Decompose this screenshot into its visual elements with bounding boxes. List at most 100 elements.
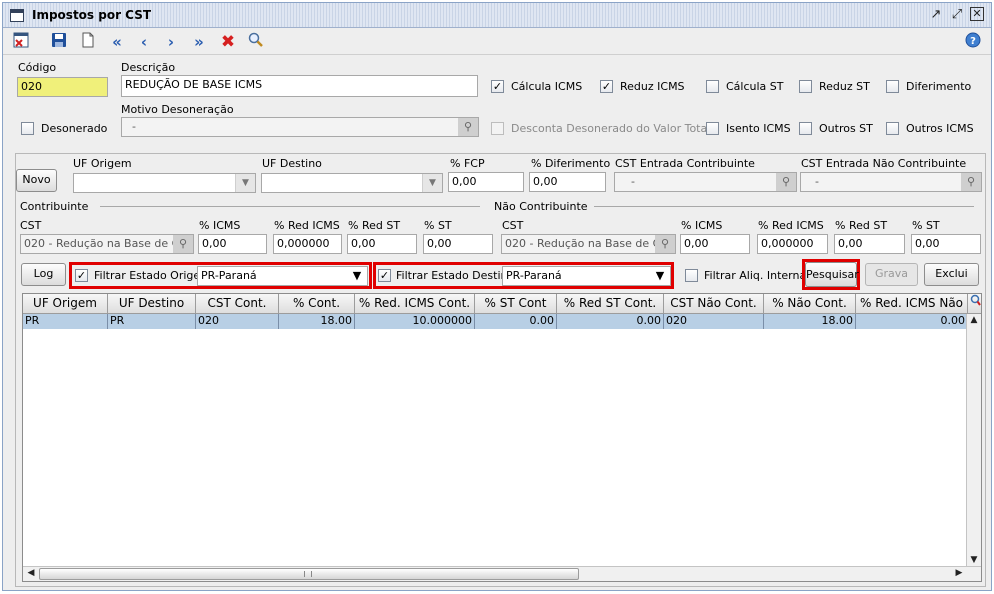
cst-entrada-contrib-field[interactable]: - ⚲ (614, 172, 797, 192)
last-icon[interactable]: » (189, 32, 209, 52)
reduz-st-checkbox[interactable] (799, 80, 812, 93)
uf-destino-combo[interactable]: ▼ (261, 173, 443, 193)
table-cell[interactable]: 0.00 (557, 314, 664, 329)
help-icon[interactable]: ? (963, 32, 983, 52)
nao-contrib-red-icms-field[interactable]: 0,000000 (757, 234, 828, 254)
scroll-up-icon[interactable]: ▲ (967, 315, 981, 325)
table-cell[interactable]: 020 (664, 314, 764, 329)
desonerado-checkbox[interactable] (21, 122, 34, 135)
new-doc-icon[interactable] (78, 32, 98, 52)
novo-button[interactable]: Novo (16, 169, 57, 192)
motivo-field[interactable]: - ⚲ (121, 117, 479, 137)
contrib-st-field[interactable]: 0,00 (423, 234, 493, 254)
contribuinte-label: Contribuinte (20, 200, 89, 213)
exclui-button[interactable]: Exclui (924, 263, 979, 286)
desonerado-label: Desonerado (41, 122, 108, 135)
column-header[interactable]: % Red ST Cont. (557, 294, 664, 314)
column-header[interactable]: UF Origem (23, 294, 108, 314)
nao-contrib-cst-lookup-icon[interactable]: ⚲ (655, 235, 675, 253)
filtrar-destino-checkbox[interactable]: ✓ (378, 269, 391, 282)
contrib-cst-lookup-icon[interactable]: ⚲ (173, 235, 193, 253)
origem-combo[interactable]: PR-Paraná ▼ (197, 266, 368, 286)
descricao-field[interactable]: REDUÇÃO DE BASE ICMS (121, 75, 478, 97)
column-header[interactable]: % Não Cont. (764, 294, 856, 314)
cst-entrada-nao-contrib-lookup-icon[interactable]: ⚲ (961, 173, 981, 191)
column-header[interactable]: % Red. ICMS Não C (856, 294, 968, 314)
cst-entrada-contrib-lookup-icon[interactable]: ⚲ (776, 173, 796, 191)
horizontal-scrollbar[interactable]: ◀ ▶ (23, 566, 981, 581)
column-header[interactable]: % Cont. (279, 294, 355, 314)
nao-contrib-st-field[interactable]: 0,00 (911, 234, 981, 254)
reduz-icms-checkbox[interactable]: ✓ (600, 80, 613, 93)
column-header[interactable]: UF Destino (108, 294, 196, 314)
scroll-right-icon[interactable]: ▶ (952, 568, 966, 578)
uf-origem-combo[interactable]: ▼ (73, 173, 256, 193)
chevron-down-icon[interactable]: ▼ (347, 267, 367, 285)
fcp-field[interactable]: 0,00 (448, 172, 524, 192)
desconta-label: Desconta Desonerado do Valor Total (511, 122, 711, 135)
first-icon[interactable]: « (107, 32, 127, 52)
isento-icms-label: Isento ICMS (726, 122, 791, 135)
contrib-red-st-field[interactable]: 0,00 (347, 234, 417, 254)
nao-contrib-red-st-field[interactable]: 0,00 (834, 234, 905, 254)
motivo-label: Motivo Desoneração (121, 103, 234, 116)
vertical-scrollbar[interactable]: ▲ ▼ (966, 314, 981, 566)
calcula-icms-checkbox[interactable]: ✓ (491, 80, 504, 93)
cst-entrada-contrib-value: - (631, 175, 635, 188)
scroll-thumb[interactable] (39, 568, 579, 580)
log-button[interactable]: Log (21, 263, 66, 286)
table-cell[interactable]: PR (23, 314, 108, 329)
column-header[interactable]: % ST Cont (475, 294, 557, 314)
codigo-label: Código (18, 61, 57, 74)
outros-st-checkbox[interactable] (799, 122, 812, 135)
contrib-red-icms-field[interactable]: 0,000000 (273, 234, 342, 254)
diferimento-pct-field[interactable]: 0,00 (529, 172, 606, 192)
contrib-icms-field[interactable]: 0,00 (198, 234, 267, 254)
maximize-icon[interactable]: ⤢ (949, 7, 965, 23)
origem-combo-value: PR-Paraná (201, 269, 257, 282)
column-settings-icon[interactable] (968, 294, 981, 314)
pesquisar-button[interactable]: Pesquisar (805, 262, 859, 287)
delete-icon[interactable]: ✖ (218, 32, 238, 52)
nao-contrib-cst-field[interactable]: 020 - Redução na Base de Cá ⚲ (501, 234, 676, 254)
table-cell[interactable]: PR (108, 314, 196, 329)
filtrar-aliq-checkbox[interactable] (685, 269, 698, 282)
contrib-cst-field[interactable]: 020 - Redução na Base de Cá ⚲ (20, 234, 194, 254)
table-cell[interactable]: 020 (196, 314, 279, 329)
scroll-down-icon[interactable]: ▼ (967, 555, 981, 565)
filtrar-origem-checkbox[interactable]: ✓ (75, 269, 88, 282)
column-header[interactable]: CST Não Cont. (664, 294, 764, 314)
motivo-lookup-icon[interactable]: ⚲ (458, 118, 478, 136)
table-cell[interactable]: 0.00 (475, 314, 557, 329)
chevron-down-icon[interactable]: ▼ (235, 174, 255, 192)
close-doc-icon[interactable] (11, 32, 31, 52)
column-header[interactable]: CST Cont. (196, 294, 279, 314)
codigo-field[interactable]: 020 (17, 77, 108, 97)
main-window: Impostos por CST ↗ ⤢ ✕ « ‹ › » ✖ ? Códig… (2, 2, 992, 591)
table-cell[interactable]: 0.00 (856, 314, 968, 329)
diferimento-checkbox[interactable] (886, 80, 899, 93)
column-header[interactable]: % Red. ICMS Cont. (355, 294, 475, 314)
chevron-down-icon[interactable]: ▼ (650, 267, 670, 285)
previous-icon[interactable]: ‹ (134, 32, 154, 52)
table-cell[interactable]: 18.00 (764, 314, 856, 329)
contrib-cst-label: CST (20, 219, 42, 232)
close-window-icon[interactable]: ✕ (970, 7, 984, 21)
scroll-left-icon[interactable]: ◀ (24, 568, 38, 578)
cst-entrada-nao-contrib-field[interactable]: - ⚲ (800, 172, 982, 192)
outros-icms-checkbox[interactable] (886, 122, 899, 135)
minimize-icon[interactable]: ↗ (928, 7, 944, 23)
contrib-icms-label: % ICMS (199, 219, 241, 232)
chevron-down-icon[interactable]: ▼ (422, 174, 442, 192)
isento-icms-checkbox[interactable] (706, 122, 719, 135)
save-icon[interactable] (49, 32, 69, 52)
next-icon[interactable]: › (161, 32, 181, 52)
uf-destino-label: UF Destino (262, 157, 322, 170)
destino-combo[interactable]: PR-Paraná ▼ (502, 266, 671, 286)
table-cell[interactable]: 10.000000 (355, 314, 475, 329)
search-icon[interactable] (246, 32, 266, 52)
descricao-label: Descrição (121, 61, 176, 74)
calcula-st-checkbox[interactable] (706, 80, 719, 93)
table-cell[interactable]: 18.00 (279, 314, 355, 329)
nao-contrib-icms-field[interactable]: 0,00 (680, 234, 750, 254)
